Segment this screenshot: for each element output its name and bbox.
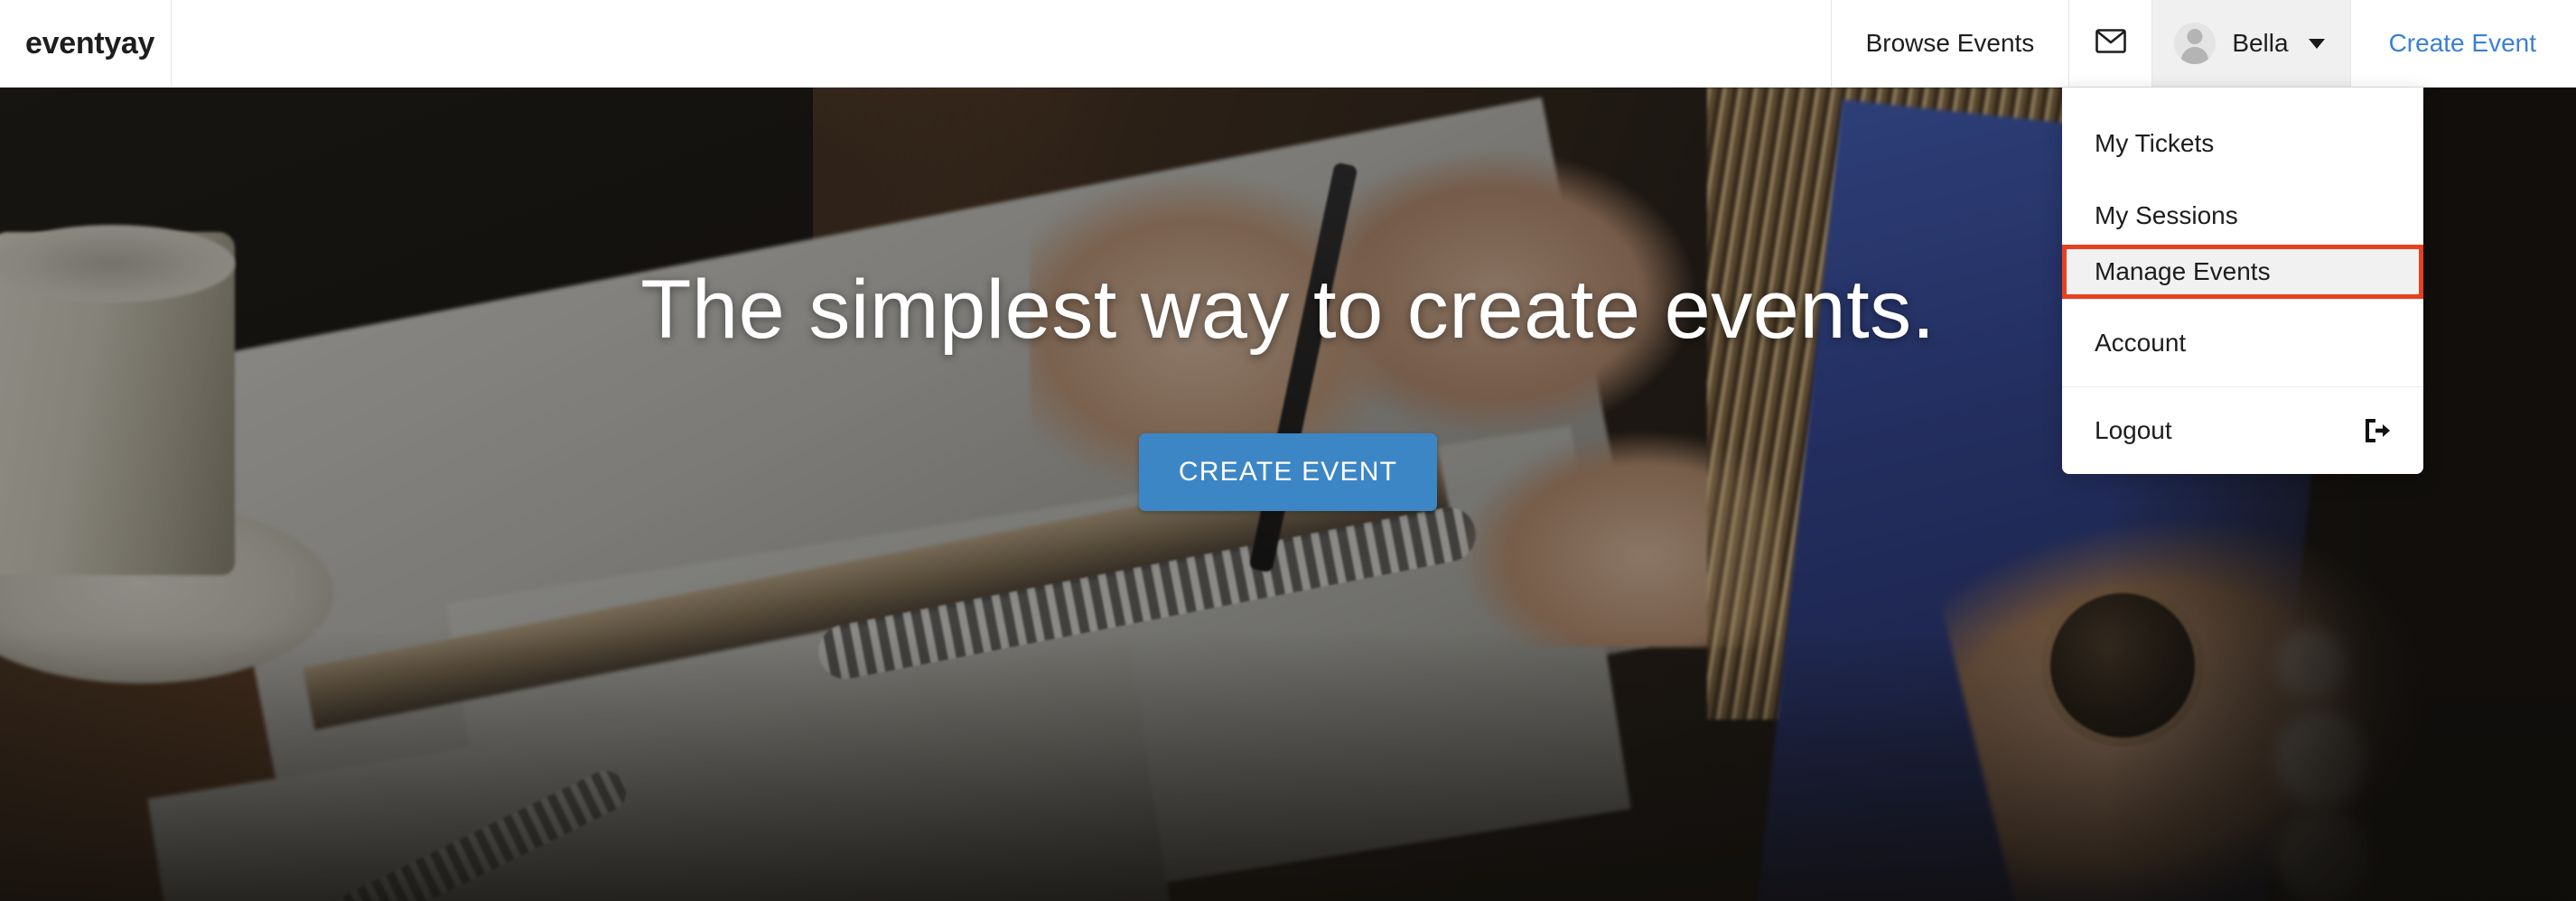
menu-item-manage-events[interactable]: Manage Events	[2062, 245, 2423, 299]
user-name-label: Bella	[2232, 29, 2289, 57]
avatar-head	[2187, 29, 2203, 44]
menu-item-logout-label: Logout	[2095, 416, 2172, 444]
brand-logo[interactable]: eventyay	[0, 0, 172, 87]
menu-gap-two	[2062, 300, 2423, 314]
menu-top-padding	[2062, 88, 2423, 115]
menu-bottom-padding	[2062, 460, 2423, 474]
nav-browse-events-label: Browse Events	[1865, 29, 2035, 57]
avatar-body	[2181, 47, 2209, 64]
create-event-button[interactable]: CREATE EVENT	[1138, 433, 1438, 511]
menu-item-manage-events-label: Manage Events	[2095, 257, 2271, 285]
nav-browse-events[interactable]: Browse Events	[1830, 0, 2069, 87]
menu-gap-three	[2062, 372, 2423, 386]
menu-item-account-label: Account	[2095, 329, 2187, 357]
menu-item-logout[interactable]: Logout	[2062, 402, 2423, 460]
user-dropdown-menu: My Tickets My Sessions Manage Events Acc…	[2062, 88, 2423, 474]
hero-headline: The simplest way to create events.	[640, 264, 1936, 356]
nav-messages-button[interactable]	[2068, 0, 2151, 87]
menu-item-my-tickets-label: My Tickets	[2095, 129, 2215, 157]
sign-out-icon	[2364, 417, 2391, 444]
chevron-down-icon	[2308, 38, 2325, 49]
nav-create-event[interactable]: Create Event	[2349, 0, 2576, 87]
envelope-icon	[2095, 29, 2126, 58]
menu-gap-four	[2062, 387, 2423, 402]
menu-item-my-sessions[interactable]: My Sessions	[2062, 187, 2423, 245]
brand-logo-text: eventyay	[25, 25, 155, 60]
nav-create-event-label: Create Event	[2388, 29, 2536, 57]
top-navigation-bar: eventyay Browse Events Bella Create Even…	[0, 0, 2576, 88]
menu-item-account[interactable]: Account	[2062, 314, 2423, 372]
user-avatar-icon	[2174, 23, 2217, 64]
menu-item-my-sessions-label: My Sessions	[2095, 201, 2238, 229]
menu-item-my-tickets[interactable]: My Tickets	[2062, 115, 2423, 172]
page-root: eventyay Browse Events Bella Create Even…	[0, 0, 2576, 901]
user-menu-toggle[interactable]: Bella	[2151, 0, 2350, 87]
menu-gap-one	[2062, 172, 2423, 187]
header-spacer	[172, 0, 1831, 87]
